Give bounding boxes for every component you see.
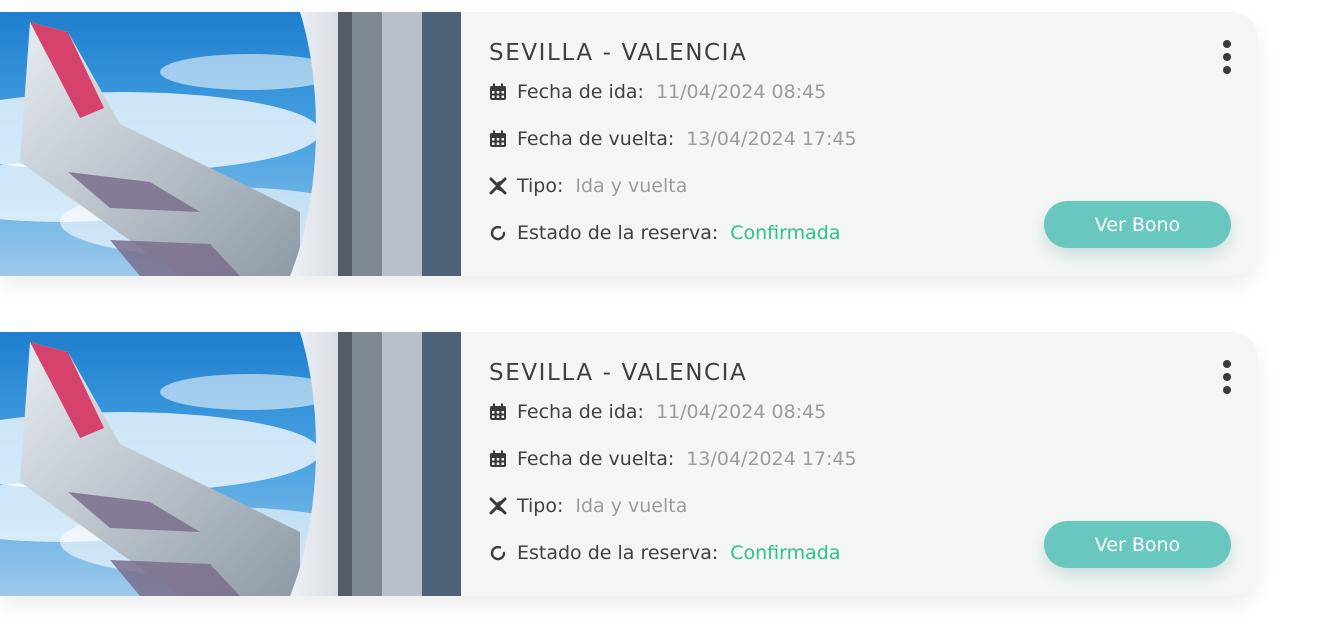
- type-label: Tipo:: [517, 175, 564, 197]
- booking-route: SEVILLA - VALENCIA: [489, 40, 748, 66]
- more-options-button[interactable]: [1221, 360, 1233, 394]
- booking-details: SEVILLA - VALENCIA Fecha de ida: 11/04/2…: [461, 332, 1258, 596]
- booking-card: SEVILLA - VALENCIA Fecha de ida: 11/04/2…: [0, 332, 1258, 596]
- departure-label: Fecha de ida:: [517, 401, 644, 423]
- status-row: Estado de la reserva: Confirmada: [489, 542, 840, 564]
- refresh-icon: [489, 544, 507, 562]
- return-row: Fecha de vuelta: 13/04/2024 17:45: [489, 128, 857, 150]
- more-vertical-icon: [1223, 360, 1231, 368]
- type-row: Tipo: Ida y vuelta: [489, 175, 687, 197]
- departure-value: 11/04/2024 08:45: [655, 81, 827, 103]
- return-label: Fecha de vuelta:: [517, 448, 675, 470]
- more-vertical-dot: [1223, 66, 1231, 74]
- return-value: 13/04/2024 17:45: [686, 128, 857, 150]
- departure-row: Fecha de ida: 11/04/2024 08:45: [489, 401, 826, 423]
- return-value: 13/04/2024 17:45: [686, 448, 857, 470]
- more-vertical-icon: [1223, 40, 1231, 48]
- more-vertical-dot: [1223, 386, 1231, 394]
- status-value: Confirmada: [730, 542, 841, 564]
- booking-card: SEVILLA - VALENCIA Fecha de ida: 11/04/2…: [0, 12, 1258, 276]
- departure-label: Fecha de ida:: [517, 81, 644, 103]
- type-value: Ida y vuelta: [575, 495, 688, 517]
- type-row: Tipo: Ida y vuelta: [489, 495, 687, 517]
- booking-image: [0, 332, 461, 596]
- status-row: Estado de la reserva: Confirmada: [489, 222, 840, 244]
- booking-details: SEVILLA - VALENCIA Fecha de ida: 11/04/2…: [461, 12, 1258, 276]
- airplane-icon: [489, 177, 507, 195]
- calendar-icon: [489, 130, 507, 148]
- departure-value: 11/04/2024 08:45: [655, 401, 827, 423]
- type-value: Ida y vuelta: [575, 175, 688, 197]
- airplane-icon: [489, 497, 507, 515]
- view-voucher-button[interactable]: Ver Bono: [1044, 521, 1231, 568]
- more-options-button[interactable]: [1221, 40, 1233, 74]
- status-label: Estado de la reserva:: [517, 542, 719, 564]
- bookings-list: SEVILLA - VALENCIA Fecha de ida: 11/04/2…: [0, 0, 1335, 628]
- refresh-icon: [489, 224, 507, 242]
- status-value: Confirmada: [730, 222, 841, 244]
- calendar-icon: [489, 450, 507, 468]
- type-label: Tipo:: [517, 495, 564, 517]
- departure-row: Fecha de ida: 11/04/2024 08:45: [489, 81, 826, 103]
- more-vertical-dot: [1223, 53, 1231, 61]
- more-vertical-dot: [1223, 373, 1231, 381]
- return-label: Fecha de vuelta:: [517, 128, 675, 150]
- status-label: Estado de la reserva:: [517, 222, 719, 244]
- booking-route: SEVILLA - VALENCIA: [489, 360, 748, 386]
- calendar-icon: [489, 83, 507, 101]
- return-row: Fecha de vuelta: 13/04/2024 17:45: [489, 448, 857, 470]
- view-voucher-button[interactable]: Ver Bono: [1044, 201, 1231, 248]
- calendar-icon: [489, 403, 507, 421]
- booking-image: [0, 12, 461, 276]
